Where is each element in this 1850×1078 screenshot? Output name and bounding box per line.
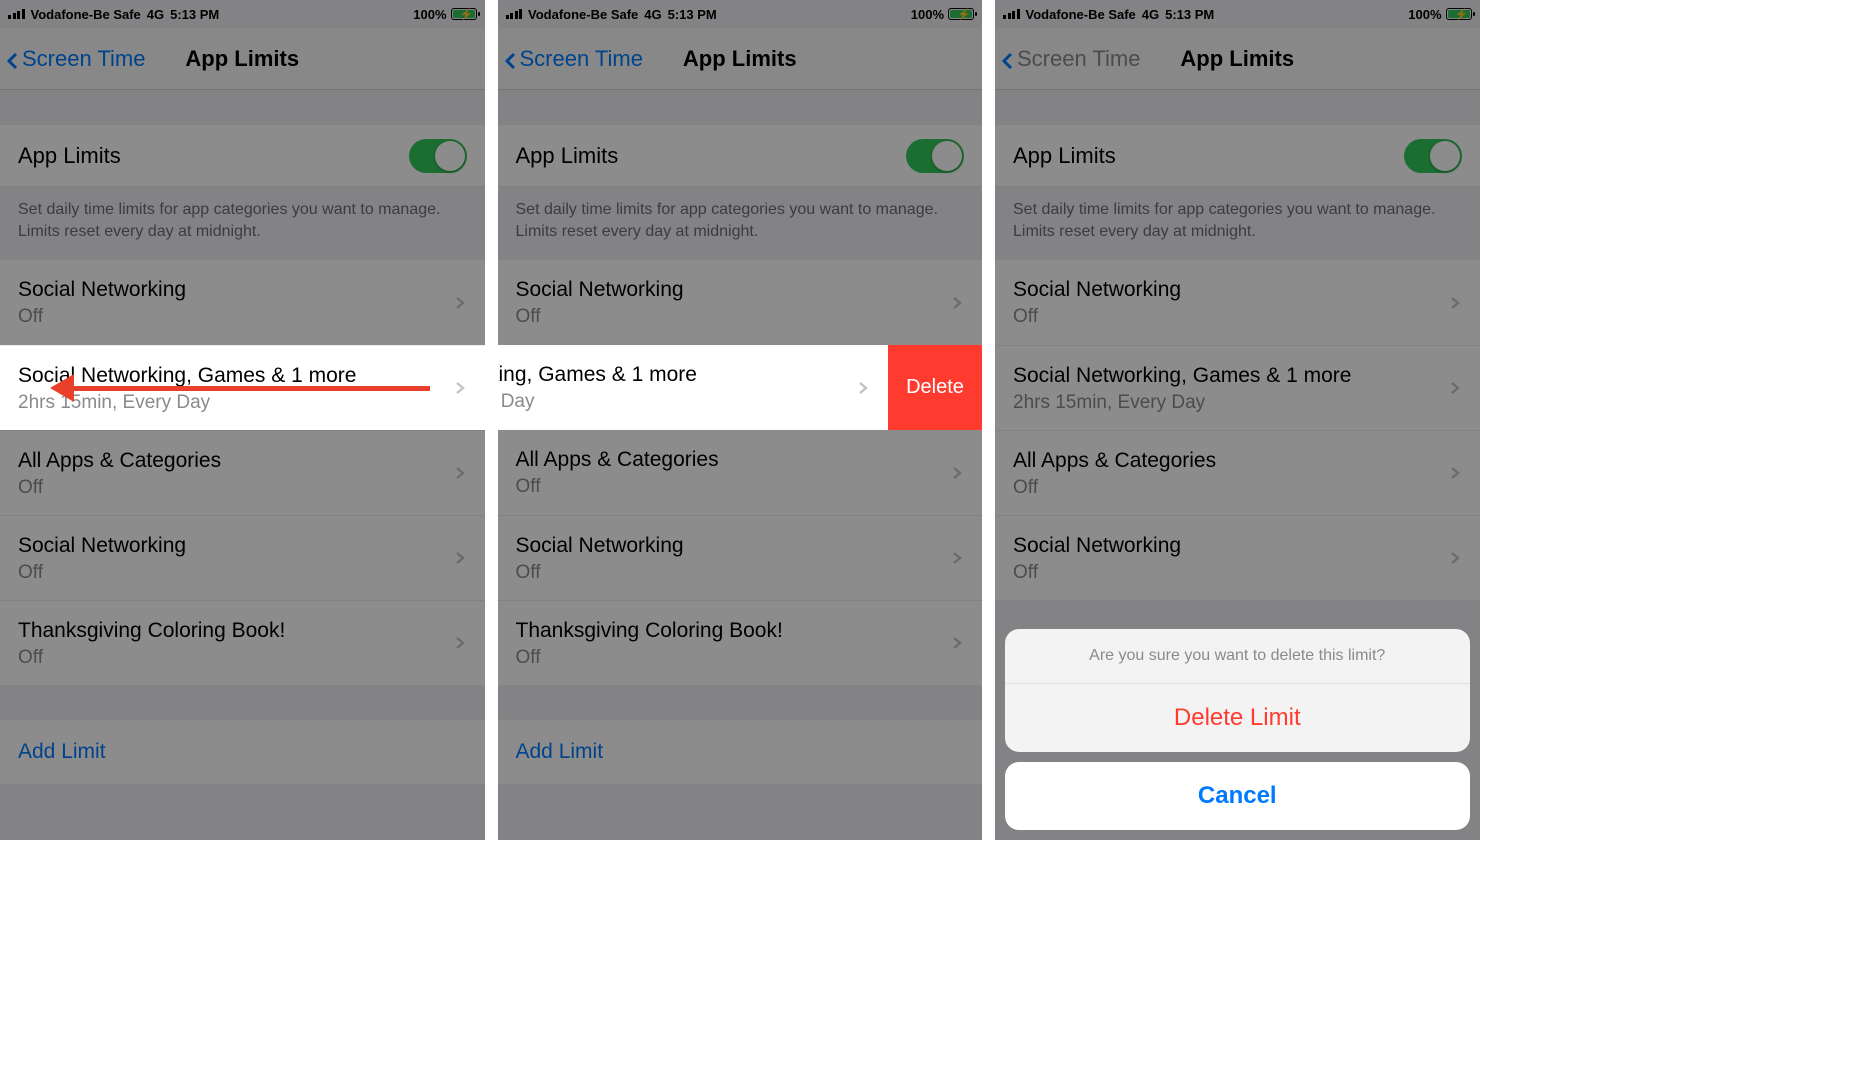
delete-limit-button[interactable]: Delete Limit xyxy=(1005,684,1470,752)
cancel-label: Cancel xyxy=(1198,782,1277,809)
limit-title: Networking, Games & 1 more xyxy=(498,362,857,387)
limit-row-swiped[interactable]: Networking, Games & 1 more in, Every Day xyxy=(498,345,889,430)
delete-button[interactable]: Delete xyxy=(888,345,982,430)
delete-limit-label: Delete Limit xyxy=(1174,704,1301,731)
chevron-right-icon xyxy=(453,381,467,395)
limit-subtitle: in, Every Day xyxy=(498,391,857,413)
cancel-button[interactable]: Cancel xyxy=(1005,762,1470,830)
limit-title: Social Networking, Games & 1 more xyxy=(18,363,453,388)
delete-label: Delete xyxy=(906,376,964,399)
limit-subtitle: 2hrs 15min, Every Day xyxy=(18,392,453,414)
limit-row-highlighted[interactable]: Social Networking, Games & 1 more 2hrs 1… xyxy=(0,345,485,430)
action-sheet: Are you sure you want to delete this lim… xyxy=(1005,629,1470,830)
chevron-right-icon xyxy=(856,381,870,395)
action-sheet-message: Are you sure you want to delete this lim… xyxy=(1005,629,1470,684)
